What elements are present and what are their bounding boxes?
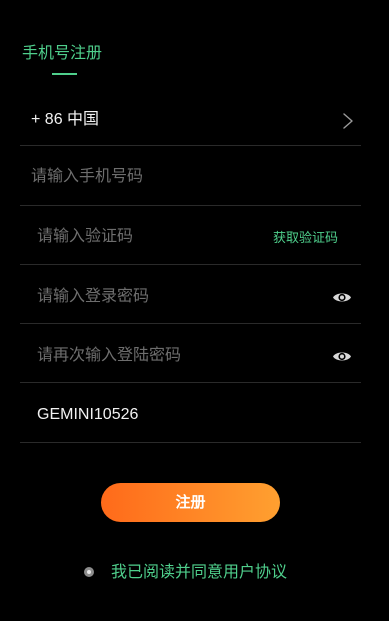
divider	[20, 264, 361, 265]
register-button[interactable]: 注册	[101, 483, 280, 522]
get-code-button[interactable]: 获取验证码	[273, 229, 338, 247]
divider	[20, 442, 361, 443]
country-selector[interactable]: + 86 中国	[20, 100, 361, 145]
password-input[interactable]	[37, 285, 307, 309]
agreement-radio[interactable]	[84, 567, 94, 577]
eye-icon[interactable]	[332, 291, 352, 304]
eye-icon[interactable]	[332, 350, 352, 363]
verification-code-input[interactable]	[37, 225, 257, 249]
radio-dot	[87, 570, 91, 574]
divider	[20, 145, 361, 146]
tab-active-indicator	[52, 73, 77, 75]
agreement-link[interactable]: 我已阅读并同意用户协议	[111, 562, 287, 584]
register-screen: 手机号注册 + 86 中国 获取验证码 注册 我已阅读并同意用户协议	[0, 0, 389, 621]
country-code-label: + 86 中国	[31, 111, 100, 128]
chevron-right-icon	[343, 113, 353, 129]
confirm-password-input[interactable]	[37, 344, 307, 368]
tab-phone-register[interactable]: 手机号注册	[22, 44, 102, 64]
divider	[20, 323, 361, 324]
invite-code-input[interactable]	[37, 403, 337, 427]
phone-input[interactable]	[31, 165, 341, 189]
divider	[20, 205, 361, 206]
divider	[20, 382, 361, 383]
